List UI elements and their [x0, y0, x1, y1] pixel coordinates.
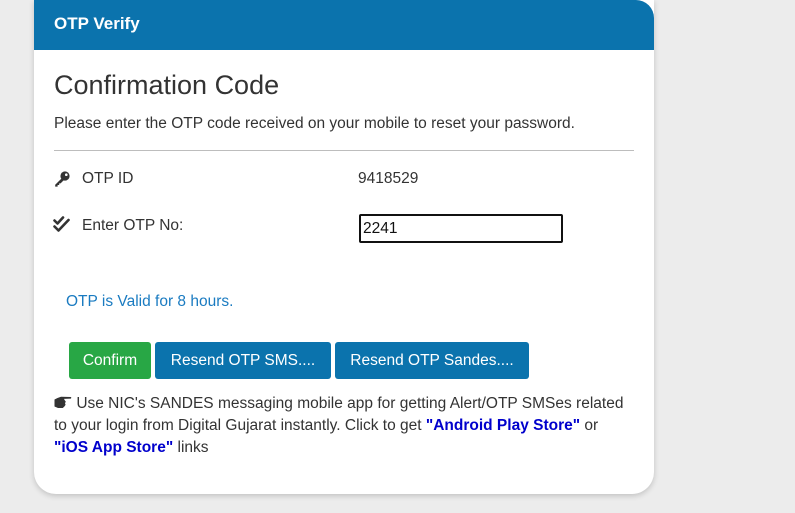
otp-verify-card: OTP Verify Confirmation Code Please ente… — [34, 0, 654, 494]
page-title: Confirmation Code — [54, 70, 280, 100]
divider — [54, 150, 634, 151]
otp-id-value: 9418529 — [358, 170, 419, 187]
resend-otp-sandes-button[interactable]: Resend OTP Sandes.... — [335, 342, 529, 379]
note-or-text: or — [584, 417, 599, 434]
confirm-button[interactable]: Confirm — [69, 342, 151, 379]
otp-entry-label: Enter OTP No: — [82, 217, 184, 234]
sandes-note: Use NIC's SANDES messaging mobile app fo… — [54, 393, 624, 459]
key-icon — [53, 170, 71, 188]
resend-otp-sms-button[interactable]: Resend OTP SMS.... — [155, 342, 331, 379]
otp-validity-text: OTP is Valid for 8 hours. — [66, 293, 234, 310]
ios-app-store-link[interactable]: "iOS App Store" — [54, 439, 173, 456]
card-header: OTP Verify — [34, 0, 654, 50]
android-play-store-link[interactable]: "Android Play Store" — [426, 417, 580, 434]
note-links-text: links — [177, 439, 209, 456]
otp-id-label: OTP ID — [82, 170, 134, 187]
page-subtitle: Please enter the OTP code received on yo… — [54, 115, 575, 132]
pointing-hand-icon — [54, 394, 72, 408]
otp-input[interactable] — [359, 214, 563, 243]
double-check-icon — [53, 216, 71, 234]
